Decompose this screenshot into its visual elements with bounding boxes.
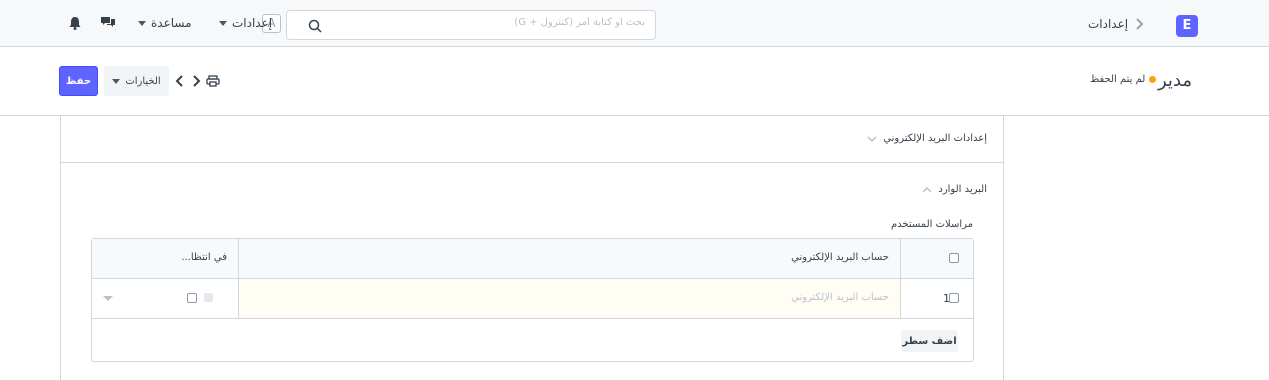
options-button[interactable]: الخيارات: [104, 66, 169, 96]
grid-header: حساب البريد الإلكتروني في انتظا...: [92, 239, 973, 279]
status-dot: [1149, 76, 1157, 83]
email-account-field[interactable]: حساب البريد الإلكتروني: [239, 279, 900, 318]
caret-down-icon: [219, 20, 227, 26]
page-title: مدير: [1158, 70, 1193, 91]
help-menu[interactable]: مساعدة: [138, 16, 192, 30]
column-header-email: حساب البريد الإلكتروني: [791, 252, 889, 263]
chevron-right-icon[interactable]: [189, 73, 203, 89]
chevron-down-icon: [867, 135, 877, 142]
chevron-up-icon: [922, 186, 932, 193]
settings-menu-label: إعدادات: [232, 16, 273, 30]
column-header-awaiting: في انتظا...: [181, 252, 227, 263]
print-icon[interactable]: [206, 73, 220, 89]
column-divider: [900, 239, 901, 279]
top-navbar: E إعدادات A إعدادات مساعدة: [0, 0, 1269, 47]
awaiting-static-check: [204, 293, 213, 302]
help-menu-label: مساعدة: [151, 16, 192, 30]
user-emails-grid: حساب البريد الإلكتروني في انتظا... حساب …: [91, 238, 974, 362]
section-title: إعدادات البريد الإلكتروني: [883, 133, 987, 144]
row-select-checkbox[interactable]: [949, 293, 959, 303]
save-button[interactable]: حفظ: [59, 66, 98, 96]
grid-label: مراسلات المستخدم: [890, 219, 973, 230]
status-text: لم يتم الحفظ: [1090, 74, 1146, 85]
search-box[interactable]: [286, 10, 656, 40]
column-divider: [238, 239, 239, 279]
settings-menu[interactable]: إعدادات: [219, 16, 272, 30]
search-icon: [308, 19, 322, 33]
subsection-toggle[interactable]: البريد الوارد: [922, 184, 987, 195]
email-account-placeholder: حساب البريد الإلكتروني: [791, 292, 889, 303]
form-layout: إعدادات البريد الإلكتروني البريد الوارد …: [60, 116, 1004, 380]
chevron-right-icon: [1136, 18, 1144, 30]
row-dropdown-icon[interactable]: [102, 295, 114, 303]
chevron-left-icon[interactable]: [173, 73, 187, 89]
subsection-title: البريد الوارد: [938, 184, 987, 195]
bell-icon[interactable]: [67, 15, 83, 31]
column-divider: [900, 279, 901, 319]
page-head: مدير لم يتم الحفظ حفظ الخيارات: [0, 48, 1269, 116]
table-row: حساب البريد الإلكتروني 1: [92, 279, 973, 319]
column-divider: [238, 279, 239, 319]
status-indicator: لم يتم الحفظ: [1090, 74, 1157, 85]
options-button-label: الخيارات: [125, 75, 161, 87]
caret-down-icon: [112, 78, 121, 84]
awaiting-checkbox[interactable]: [187, 293, 197, 303]
section-email-settings: إعدادات البريد الإلكتروني: [61, 116, 1003, 163]
caret-down-icon: [138, 20, 146, 26]
chat-icon[interactable]: [100, 15, 116, 31]
select-all-checkbox[interactable]: [949, 253, 959, 263]
search-input[interactable]: [327, 17, 645, 28]
brand-logo[interactable]: E: [1176, 15, 1198, 37]
breadcrumb[interactable]: إعدادات: [1088, 17, 1128, 31]
section-toggle[interactable]: إعدادات البريد الإلكتروني: [867, 133, 987, 144]
add-row-button[interactable]: اضف سطر: [901, 330, 958, 352]
